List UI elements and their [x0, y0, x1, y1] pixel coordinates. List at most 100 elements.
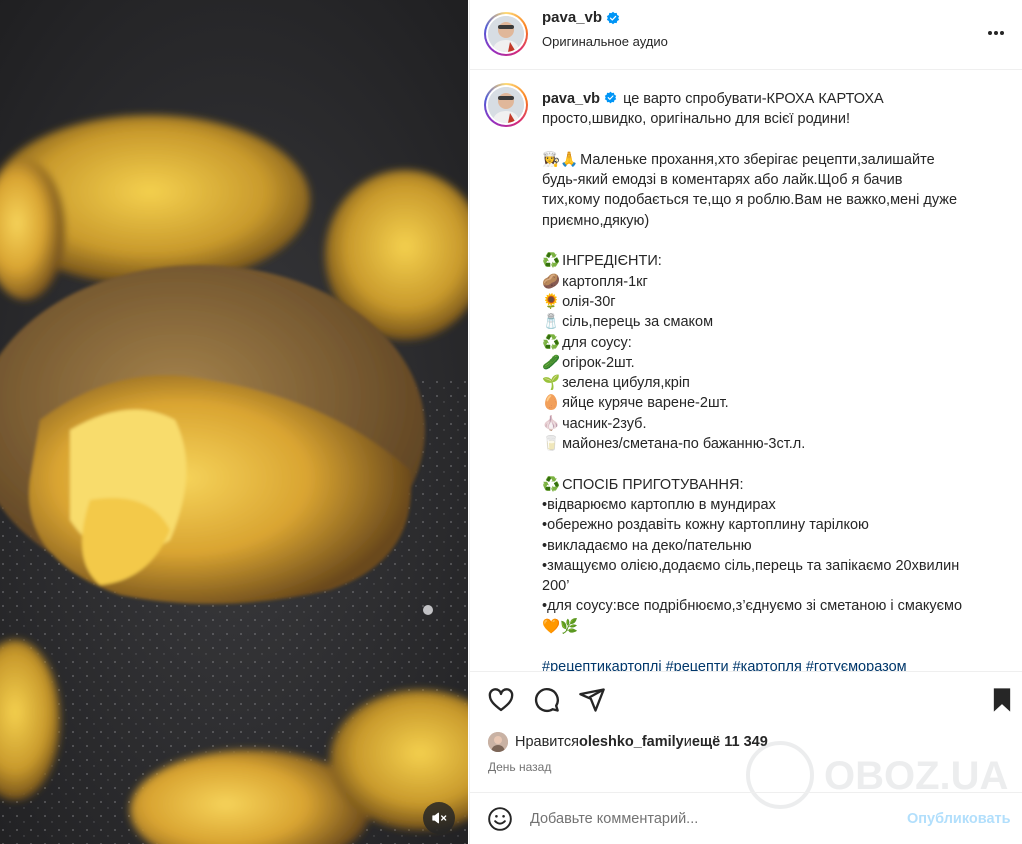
caption-line: 🧂 сіль,перець за смаком [542, 312, 1002, 332]
caption-line-text: •викладаємо на деко/пательню [542, 537, 752, 554]
caption-emoji-icon: 🥔 [542, 273, 561, 290]
caption-line-text: •змащуємо олією,додаємо сіль,перець та з… [542, 557, 960, 574]
post-media[interactable] [0, 0, 468, 844]
caption-line-text: огірок-2шт. [562, 354, 635, 371]
caption-avatar[interactable] [484, 83, 528, 127]
caption-gap [542, 130, 1002, 150]
caption-line-text: просто,швидко, оригінально для всієї род… [542, 111, 851, 128]
caption-emoji-icon: 👩‍🍳🙏 [542, 151, 579, 168]
more-options-button[interactable] [987, 20, 1005, 40]
caption-line: •для соусу:все подрібнюємо,з’єднуємо зі … [542, 596, 1002, 616]
caption-line-text: будь-який емодзі в коментарях або лайк.Щ… [542, 172, 903, 189]
caption-line-text: це варто спробувати-КРОХА КАРТОХА [619, 91, 884, 107]
action-bar [470, 671, 1022, 731]
likes-summary[interactable]: Нравится oleshko_family и ещё 11 349 [488, 732, 768, 752]
caption-emoji-icon: 🥛 [542, 436, 561, 453]
caption-line: 🥚 яйце куряче варене-2шт. [542, 393, 1002, 413]
caption-line-text: •відварюємо картоплю в мундирах [542, 496, 776, 513]
caption-avatar-image [488, 87, 524, 123]
author-avatar-image [488, 16, 524, 52]
caption-text: pava_vb це варто спробувати-КРОХА КАРТОХ… [542, 89, 1002, 671]
liker-avatar-image [488, 732, 508, 752]
header-username[interactable]: pava_vb [542, 9, 602, 26]
volume-off-icon [432, 812, 447, 824]
caption-line: ♻️ СПОСІБ ПРИГОТУВАННЯ: [542, 475, 1002, 495]
emoji-icon[interactable] [487, 806, 513, 832]
caption-line: 🧄 часник-2зуб. [542, 414, 1002, 434]
caption-gap [542, 231, 1002, 251]
caption-line: 200’ [542, 576, 1002, 596]
caption-emoji-icon: 🥚 [542, 395, 561, 412]
mute-button[interactable] [423, 802, 455, 834]
caption-emoji-icon: 🥒 [542, 354, 561, 371]
caption-line: 🥒 огірок-2шт. [542, 353, 1002, 373]
caption-line-text: приємно,дякую) [542, 212, 650, 229]
caption-line-text: майонез/сметана-по бажанню-3ст.л. [562, 436, 806, 453]
caption-line: ♻️ для соусу: [542, 333, 1002, 353]
caption-emoji-icon: 🧄 [542, 415, 561, 432]
caption-emoji-icon: ♻️ [542, 253, 561, 270]
caption-line-text: ІНГРЕДІЄНТИ: [562, 253, 662, 270]
caption-hashtags[interactable]: #рецептикартоплі #рецепти #картопля #гот… [542, 657, 1002, 671]
caption-line-text: олія-30г [562, 293, 616, 310]
caption-line-text: СПОСІБ ПРИГОТУВАННЯ: [562, 476, 744, 493]
caption-gap [542, 637, 1002, 657]
caption-line-text: сіль,перець за смаком [562, 314, 714, 331]
caption-area: pava_vb це варто спробувати-КРОХА КАРТОХ… [470, 71, 1022, 671]
post-time[interactable]: День назад [488, 760, 551, 774]
caption-line: •відварюємо картоплю в мундирах [542, 495, 1002, 515]
caption-line-text: картопля-1кг [562, 273, 648, 290]
post-comment-button[interactable]: Опубликовать [907, 811, 1011, 827]
caption-emoji-icon: ♻️ [542, 334, 561, 351]
caption-line: 🥛 майонез/сметана-по бажанню-3ст.л. [542, 434, 1002, 454]
header-username-row: pava_vb [542, 9, 620, 26]
likes-count[interactable]: ещё 11 349 [692, 734, 768, 750]
caption-line: просто,швидко, оригінально для всієї род… [542, 109, 1002, 129]
caption-line: будь-який емодзі в коментарях або лайк.Щ… [542, 170, 1002, 190]
caption-username[interactable]: pava_vb [542, 91, 600, 107]
food-photo [0, 0, 468, 844]
caption-gap [542, 454, 1002, 474]
caption-line: •змащуємо олією,додаємо сіль,перець та з… [542, 556, 1002, 576]
caption-line: 🌱 зелена цибуля,кріп [542, 373, 1002, 393]
caption-emoji-icon: ♻️ [542, 476, 561, 493]
verified-badge-icon [606, 11, 620, 24]
caption-line: •викладаємо на деко/пательню [542, 536, 1002, 556]
comment-icon[interactable] [532, 686, 560, 714]
caption-line: тих,кому подобається те,що я роблю.Вам н… [542, 190, 1002, 210]
caption-emoji-icon: 🌱 [542, 375, 561, 392]
author-avatar[interactable] [484, 12, 528, 56]
caption-line-text: Маленьке прохання,хто зберігає рецепти,з… [580, 151, 935, 168]
caption-emoji-icon: 🧂 [542, 314, 561, 331]
comment-bar: Опубликовать [470, 792, 1022, 844]
comment-input[interactable] [530, 807, 900, 831]
post-header: pava_vb Оригинальное аудио [470, 0, 1022, 70]
caption-line: 🧡🌿 [542, 617, 1002, 637]
heart-icon[interactable] [487, 686, 515, 714]
caption-line: 🥔 картопля-1кг [542, 272, 1002, 292]
caption-line: 👩‍🍳🙏 Маленьке прохання,хто зберігає рецеп… [542, 150, 1002, 170]
caption-line-text: 200’ [542, 578, 570, 595]
likes-prefix: Нравится [515, 734, 579, 750]
caption-line-text: •для соусу:все подрібнюємо,з’єднуємо зі … [542, 598, 963, 615]
caption-line-text[interactable]: #рецептикартоплі #рецепти #картопля #гот… [542, 659, 907, 671]
caption-line: ♻️ ІНГРЕДІЄНТИ: [542, 251, 1002, 271]
caption-line: pava_vb це варто спробувати-КРОХА КАРТОХ… [542, 89, 1002, 109]
audio-label[interactable]: Оригинальное аудио [542, 34, 668, 49]
likes-middle: и [683, 734, 692, 750]
liker-username[interactable]: oleshko_family [579, 734, 684, 750]
caption-emoji-icon: 🧡🌿 [542, 618, 579, 635]
caption-line-text: зелена цибуля,кріп [562, 375, 690, 392]
share-icon[interactable] [578, 686, 606, 714]
liker-avatar[interactable] [488, 732, 508, 752]
caption-line-text: •обережно роздавіть кожну картоплину тар… [542, 517, 869, 534]
post-panel: pava_vb Оригинальное аудио pava_vb це ва… [469, 0, 1022, 844]
caption-emoji-icon: 🌻 [542, 293, 561, 310]
more-horizontal-icon [988, 31, 1004, 35]
verified-badge-icon [604, 91, 617, 104]
caption-line-text: тих,кому подобається те,що я роблю.Вам н… [542, 192, 958, 209]
bookmark-icon[interactable] [988, 686, 1016, 714]
caption-line: •обережно роздавіть кожну картоплину тар… [542, 515, 1002, 535]
caption-line-text: яйце куряче варене-2шт. [562, 395, 729, 412]
caption-line: 🌻 олія-30г [542, 292, 1002, 312]
